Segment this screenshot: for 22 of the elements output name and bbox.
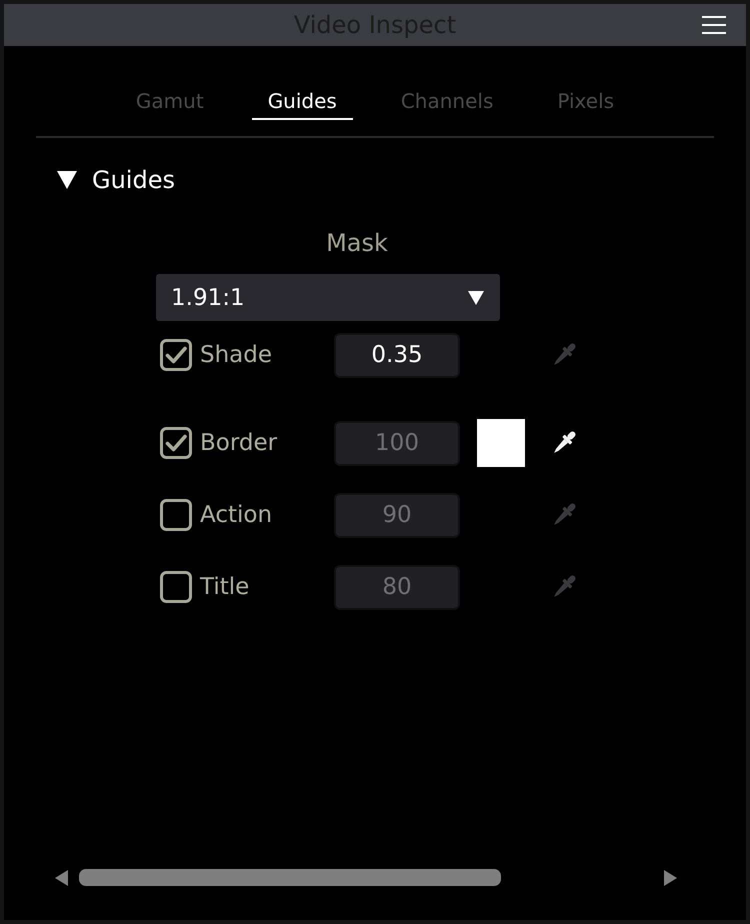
- menu-icon[interactable]: [702, 15, 726, 35]
- caret-icon: [468, 290, 484, 304]
- checkbox-label: Action: [200, 502, 272, 528]
- checkbox[interactable]: [160, 339, 192, 371]
- color-swatch-icon[interactable]: [477, 419, 525, 467]
- tab[interactable]: Channels: [384, 82, 510, 120]
- mask-label: Mask: [326, 228, 388, 258]
- scroll-left-arrow-icon[interactable]: [55, 870, 68, 886]
- tab[interactable]: Guides: [252, 82, 353, 120]
- mask-dropdown[interactable]: 1.91:1: [156, 274, 500, 321]
- scroll-right-arrow-icon[interactable]: [664, 870, 677, 886]
- checkbox-label: Title: [200, 574, 250, 600]
- tab[interactable]: Pixels: [541, 82, 630, 120]
- checkbox[interactable]: [160, 571, 192, 603]
- checkbox-label: Shade: [200, 342, 272, 368]
- checkbox-label: Border: [200, 430, 278, 456]
- checkbox[interactable]: [160, 427, 192, 459]
- checkbox[interactable]: [160, 499, 192, 531]
- section-header[interactable]: Guides: [57, 164, 175, 196]
- tab[interactable]: Gamut: [120, 82, 220, 120]
- scrollbar-thumb[interactable]: [79, 869, 501, 886]
- number-field[interactable]: 0.35: [334, 332, 460, 378]
